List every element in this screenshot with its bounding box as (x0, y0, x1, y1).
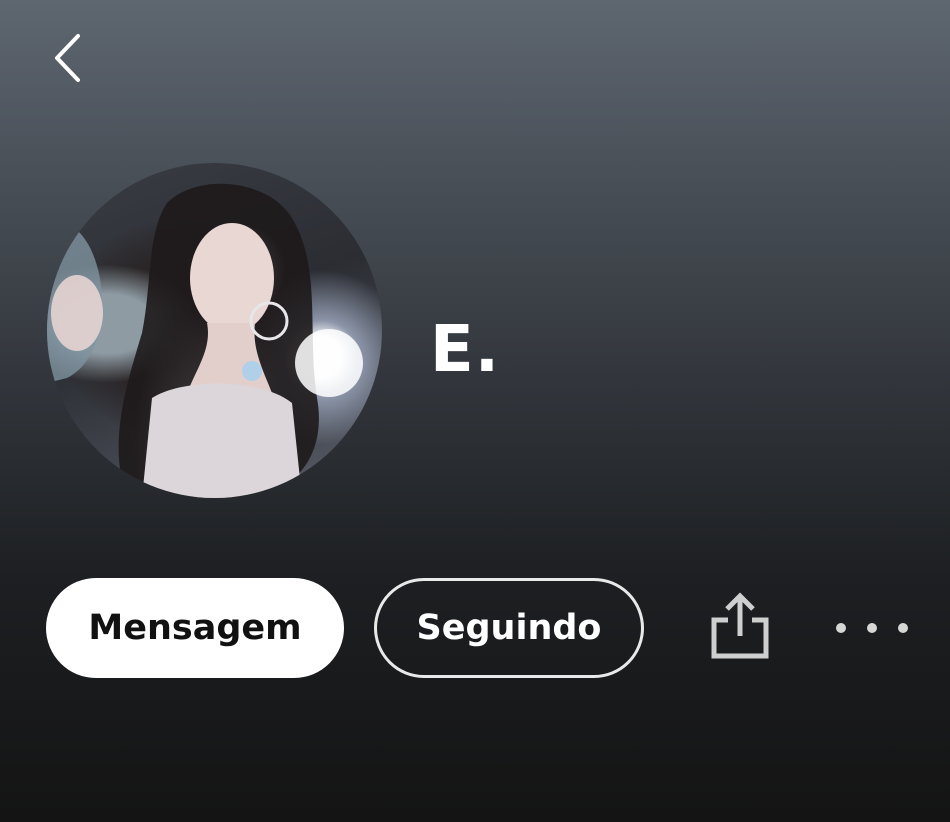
back-button[interactable] (44, 30, 90, 86)
share-button[interactable] (706, 590, 774, 666)
message-button[interactable]: Mensagem (46, 578, 344, 678)
more-dots-icon (836, 623, 846, 633)
avatar (47, 163, 382, 498)
following-button[interactable]: Seguindo (374, 578, 644, 678)
chevron-left-icon (55, 34, 80, 82)
more-options-button[interactable] (836, 606, 908, 650)
avatar-image (47, 183, 363, 498)
more-dots-icon (898, 623, 908, 633)
more-dots-icon (867, 623, 877, 633)
share-icon (711, 592, 769, 659)
profile-name: E. (430, 313, 501, 387)
